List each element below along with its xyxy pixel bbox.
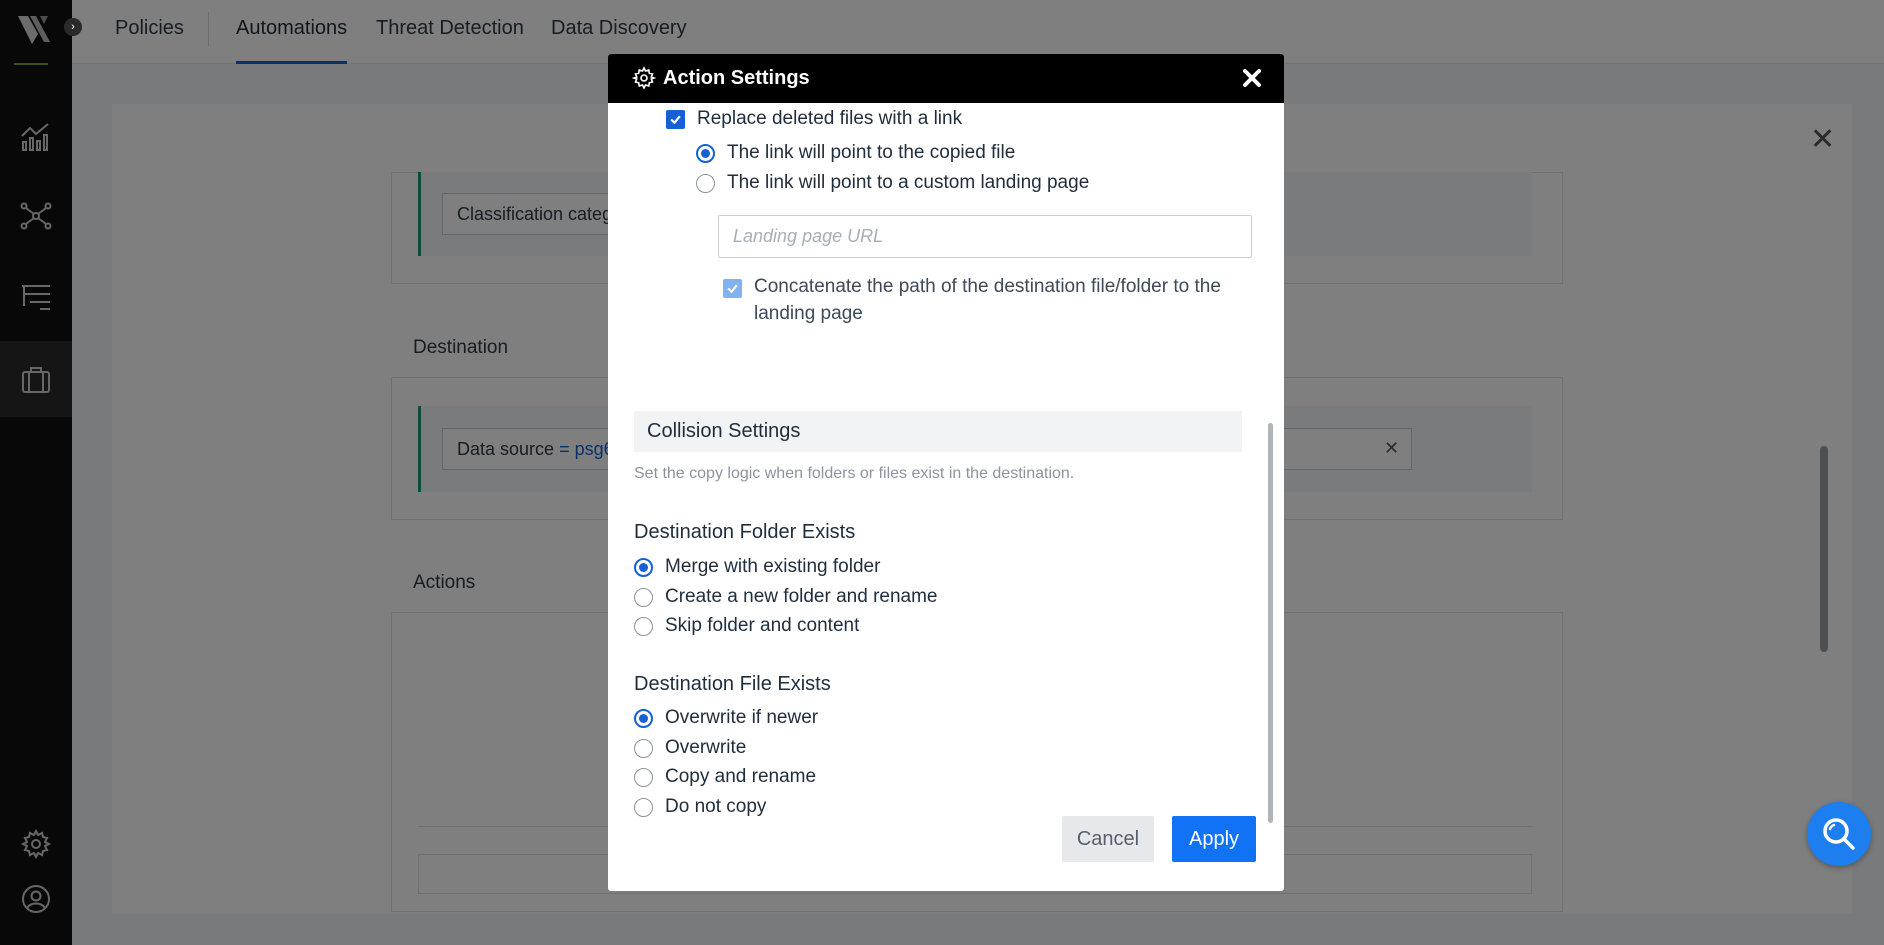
collision-hint: Set the copy logic when folders or files… bbox=[634, 465, 1075, 482]
radio-unselected-icon[interactable] bbox=[634, 797, 653, 817]
folder-merge-radio[interactable]: Merge with existing folder bbox=[634, 556, 880, 578]
close-icon[interactable] bbox=[1236, 62, 1268, 94]
checkbox-checked-icon[interactable] bbox=[723, 279, 742, 298]
radio-unselected-icon[interactable] bbox=[634, 738, 653, 758]
link-copied-file-label: The link will point to the copied file bbox=[727, 142, 1016, 163]
collision-settings-header: Collision Settings bbox=[634, 411, 1242, 452]
folder-skip-radio[interactable]: Skip folder and content bbox=[634, 615, 859, 637]
file-copy-rename-radio[interactable]: Copy and rename bbox=[634, 766, 816, 788]
file-do-not-copy-radio[interactable]: Do not copy bbox=[634, 796, 766, 818]
radio-selected-icon[interactable] bbox=[634, 557, 653, 577]
search-button[interactable] bbox=[1807, 802, 1871, 866]
replace-deleted-label: Replace deleted files with a link bbox=[697, 108, 963, 129]
radio-selected-icon[interactable] bbox=[634, 708, 653, 728]
radio-selected-icon[interactable] bbox=[696, 143, 715, 163]
modal-title: Action Settings bbox=[663, 67, 810, 89]
landing-page-url-input[interactable] bbox=[718, 215, 1252, 258]
link-copied-file-radio[interactable]: The link will point to the copied file bbox=[696, 142, 1015, 164]
concatenate-checkbox[interactable]: Concatenate the path of the destination … bbox=[723, 273, 1243, 327]
concatenate-label: Concatenate the path of the destination … bbox=[754, 276, 1221, 324]
folder-create-rename-radio[interactable]: Create a new folder and rename bbox=[634, 586, 938, 608]
action-settings-modal: Action Settings Replace deleted files wi… bbox=[608, 54, 1284, 891]
cancel-button[interactable]: Cancel bbox=[1062, 816, 1154, 862]
modal-body: Replace deleted files with a link The li… bbox=[608, 103, 1284, 823]
file-overwrite-newer-label: Overwrite if newer bbox=[665, 707, 819, 728]
link-landing-page-radio[interactable]: The link will point to a custom landing … bbox=[696, 172, 1089, 194]
file-overwrite-radio[interactable]: Overwrite bbox=[634, 737, 746, 759]
sidebar-expand-button[interactable]: › bbox=[64, 18, 82, 36]
modal-scrollbar[interactable] bbox=[1268, 423, 1273, 823]
radio-unselected-icon[interactable] bbox=[634, 616, 653, 636]
folder-merge-label: Merge with existing folder bbox=[665, 556, 881, 577]
radio-unselected-icon[interactable] bbox=[634, 767, 653, 787]
modal-header: Action Settings bbox=[608, 54, 1284, 103]
folder-skip-label: Skip folder and content bbox=[665, 615, 860, 636]
apply-button[interactable]: Apply bbox=[1172, 816, 1256, 862]
link-landing-page-label: The link will point to a custom landing … bbox=[727, 172, 1090, 193]
file-do-not-copy-label: Do not copy bbox=[665, 796, 767, 817]
folder-create-rename-label: Create a new folder and rename bbox=[665, 586, 938, 607]
replace-deleted-checkbox[interactable]: Replace deleted files with a link bbox=[666, 108, 962, 130]
gear-icon bbox=[632, 66, 656, 90]
search-icon bbox=[1823, 818, 1855, 850]
folder-exists-heading: Destination Folder Exists bbox=[634, 521, 856, 543]
file-exists-heading: Destination File Exists bbox=[634, 673, 831, 695]
radio-unselected-icon[interactable] bbox=[696, 173, 715, 193]
file-copy-rename-label: Copy and rename bbox=[665, 766, 817, 787]
file-overwrite-newer-radio[interactable]: Overwrite if newer bbox=[634, 707, 818, 729]
radio-unselected-icon[interactable] bbox=[634, 587, 653, 607]
file-overwrite-label: Overwrite bbox=[665, 737, 747, 758]
checkbox-checked-icon[interactable] bbox=[666, 109, 685, 129]
